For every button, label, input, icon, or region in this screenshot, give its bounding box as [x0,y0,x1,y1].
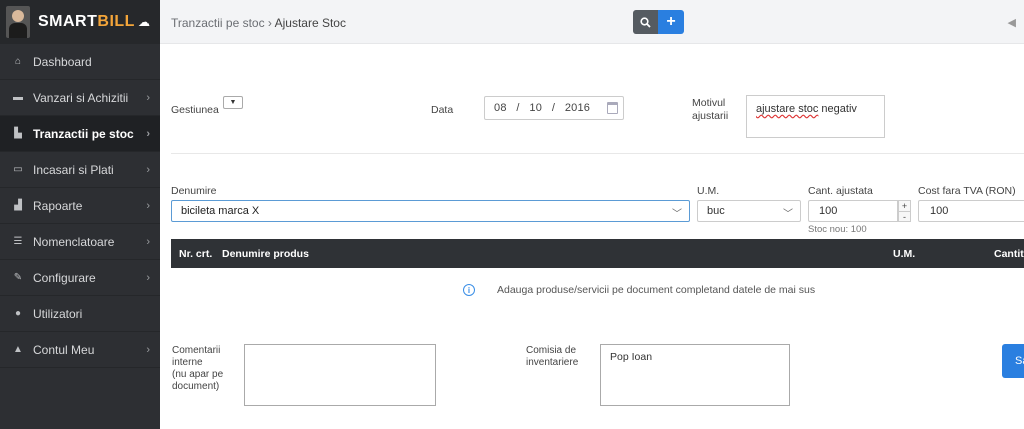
stepper-down-button[interactable]: - [899,211,910,222]
data-label: Data [431,104,454,116]
chevron-right-icon: › [146,127,150,140]
cost-label: Cost fara TVA (RON) [918,185,1016,197]
sidebar-item-label: Utilizatori [33,306,83,321]
col-cantitate: Cantita [994,248,1024,260]
search-button[interactable] [633,10,658,34]
chevron-down-icon[interactable]: ﹀ [783,205,793,220]
gestiunea-select[interactable]: ▼ [223,96,243,109]
calendar-icon[interactable] [607,102,618,114]
brand-bar: SMART BILL ☁ [0,0,160,44]
denumire-value: bicileta marca X [181,205,260,217]
comisia-label: Comisia de inventariere [526,345,579,368]
list-icon: ☰ [13,236,23,247]
sidebar: SMART BILL ☁ ⌂ Dashboard ▬ Vanzari si Achizi… [0,0,160,429]
motiv-textarea[interactable]: ajustare stoc negativ [746,95,885,138]
chevron-right-icon: › [146,91,150,104]
file-icon: ▙ [14,128,22,139]
breadcrumb-separator: › [264,16,275,30]
chevron-right-icon: › [146,235,150,248]
chevron-right-icon: › [146,271,150,284]
announcement-icon[interactable]: ◀ [1008,16,1016,29]
sidebar-item-label: Incasari si Plati [33,162,114,177]
date-value: 08 / 10 / 2016 [494,102,591,114]
denumire-label: Denumire [171,185,217,197]
um-label: U.M. [697,185,720,197]
smartbill-logo[interactable]: SMART BILL ☁ [38,13,150,31]
motiv-text-underlined: ajustare stoc [756,103,819,115]
breadcrumb: Tranzactii pe stoc › Ajustare Stoc [171,16,346,30]
col-um: U.M. [893,248,916,260]
um-select[interactable]: buc ﹀ [697,200,801,222]
chevron-right-icon: › [146,343,150,356]
chevron-right-icon: › [146,199,150,212]
stoc-nou-text: Stoc nou: 100 [808,224,867,235]
sidebar-item-configurare[interactable]: ✎ Configurare › [0,260,160,296]
sidebar-item-label: Rapoarte [33,198,83,213]
cart-icon: ▬ [13,92,23,103]
sidebar-item-utilizatori[interactable]: ● Utilizatori [0,296,160,332]
chevron-right-icon: › [146,163,150,176]
comisia-textarea[interactable]: Pop Ioan [600,344,790,406]
home-icon: ⌂ [14,56,22,67]
search-icon [640,16,651,28]
main-content: Gestiunea ▼ Data 08 / 10 / 2016 Motivul … [160,44,1024,429]
chevron-down-icon[interactable]: ﹀ [672,205,682,220]
breadcrumb-parent[interactable]: Tranzactii pe stoc [171,16,265,30]
info-message: i Adauga produse/servicii pe document co… [463,284,815,296]
stepper-up-button[interactable]: + [899,201,910,211]
cloud-icon: ☁ [137,15,151,29]
sidebar-item-label: Tranzactii pe stoc [33,126,134,141]
breadcrumb-current: Ajustare Stoc [274,16,346,30]
motiv-text: negativ [818,103,857,115]
sidebar-item-label: Configurare [33,270,96,285]
cost-value: 100 [930,205,949,217]
sidebar-item-vanzari-si-achizitii[interactable]: ▬ Vanzari si Achizitii › [0,80,160,116]
sidebar-item-nomenclatoare[interactable]: ☰ Nomenclatoare › [0,224,160,260]
comentarii-textarea[interactable] [244,344,436,406]
sidebar-item-dashboard[interactable]: ⌂ Dashboard [0,44,160,80]
gestiunea-label: Gestiunea [171,104,219,116]
comentarii-label: Comentarii interne (nu apar pe document) [172,345,224,392]
um-value: buc [707,205,725,217]
sidebar-item-label: Nomenclatoare [33,234,115,249]
users-icon: ● [14,308,22,319]
sidebar-item-tranzactii-pe-stoc[interactable]: ▙ Tranzactii pe stoc › [0,116,160,152]
sidebar-item-label: Dashboard [33,54,92,69]
table-header: Nr. crt. Denumire produs U.M. Cantita [171,239,1024,268]
sidebar-item-rapoarte[interactable]: ▟ Rapoarte › [0,188,160,224]
denumire-input[interactable]: bicileta marca X ﹀ [171,200,690,222]
quantity-stepper[interactable]: + - [898,200,911,222]
date-input[interactable]: 08 / 10 / 2016 [484,96,624,120]
info-text: Adauga produse/servicii pe document comp… [497,284,816,296]
sidebar-item-contul-meu[interactable]: ▲ Contul Meu › [0,332,160,368]
save-button[interactable]: Sa [1002,344,1024,378]
divider [171,153,1024,154]
cant-value: 100 [819,205,838,217]
bar-chart-icon: ▟ [14,200,22,211]
caret-down-icon: ▼ [229,99,237,106]
sidebar-item-label: Vanzari si Achizitii [33,90,129,105]
cant-input[interactable]: 100 [808,200,898,222]
sidebar-item-incasari-si-plati[interactable]: ▭ Incasari si Plati › [0,152,160,188]
info-icon: i [463,284,475,296]
user-icon: ▲ [13,344,23,355]
topbar: Tranzactii pe stoc › Ajustare Stoc + ◀ [160,0,1024,44]
sidebar-item-label: Contul Meu [33,342,95,357]
add-button[interactable]: + [658,10,684,34]
avatar[interactable] [6,6,30,38]
motiv-label: Motivul ajustarii [692,97,729,122]
cant-label: Cant. ajustata [808,185,873,197]
wrench-icon: ✎ [13,272,23,283]
cost-input[interactable]: 100 [918,200,1024,222]
col-denumire-produs: Denumire produs [222,248,309,260]
col-nr-crt: Nr. crt. [179,248,213,260]
money-icon: ▭ [13,164,23,175]
